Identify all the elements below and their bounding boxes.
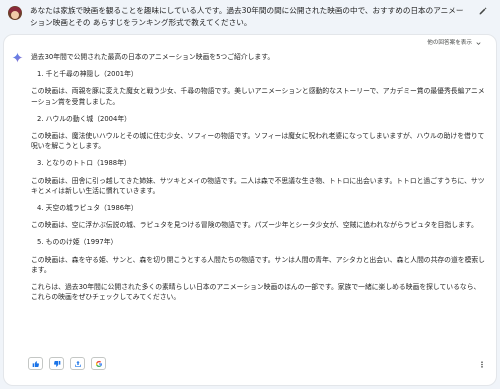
thumbs-down-icon: [53, 360, 60, 367]
response-card: 他の回答案を表示 過去30年間で公開された最高の日本のアニメーション映画を5つご…: [3, 34, 497, 386]
ranking-item-summary: この映画は、魔法使いハウルとその城に住む少女、ソフィーの物語です。ソフィーは魔女…: [31, 132, 485, 151]
thumbs-down-button[interactable]: [49, 357, 64, 370]
show-drafts-label: 他の回答案を表示: [427, 40, 472, 46]
gemini-sparkle-icon: [12, 52, 23, 63]
ranking-item-heading: 2. ハウルの動く城（2004年）: [37, 114, 131, 123]
response-actions: [28, 357, 106, 370]
user-prompt-text: あなたは家族で映画を観ることを趣味にしている人です。過去30年間の間に公開された…: [30, 6, 464, 27]
chevron-down-icon: [476, 41, 481, 45]
ranking-item-heading: 1. 千と千尋の神隠し（2001年）: [37, 70, 138, 79]
edit-icon[interactable]: [478, 6, 488, 16]
ranking-item-heading: 3. となりのトトロ（1988年）: [37, 159, 131, 168]
response-body: 過去30年間で公開された最高の日本のアニメーション映画を5つご紹介します。 1.…: [31, 52, 486, 302]
ranking-item-summary: この映画は、森を守る姫、サンと、森を切り開こうとする人間たちの物語です。サンは人…: [31, 255, 485, 274]
more-vert-icon[interactable]: [478, 360, 486, 369]
ranking-item-summary: この映画は、両親を豚に変えた魔女と戦う少女、千尋の物語です。美しいアニメーション…: [31, 87, 485, 106]
response-intro: 過去30年間で公開された最高の日本のアニメーション映画を5つご紹介します。: [31, 53, 275, 61]
share-button[interactable]: [70, 357, 85, 370]
show-drafts-button[interactable]: 他の回答案を表示: [427, 39, 482, 47]
response-closing: これらは、過去30年間に公開された多くの素晴らしい日本のアニメーション映画のほん…: [31, 283, 481, 302]
ranking-item-heading: 5. もののけ姫（1997年）: [37, 238, 118, 247]
ranking-item-summary: この映画は、田舎に引っ越してきた姉妹、サツキとメイの物語です。二人は森で不思議な…: [31, 176, 485, 195]
thumbs-up-icon: [32, 360, 39, 367]
google-search-button[interactable]: [91, 357, 106, 370]
ranking-item-summary: この映画は、空に浮かぶ伝説の城、ラピュタを見つける冒険の物語です。パズー少年とシ…: [31, 221, 478, 230]
thumbs-up-button[interactable]: [28, 357, 43, 370]
user-prompt-row: あなたは家族で映画を観ることを趣味にしている人です。過去30年間の間に公開された…: [0, 0, 500, 34]
user-avatar[interactable]: [8, 6, 22, 20]
share-icon: [74, 360, 81, 367]
google-icon: [95, 360, 102, 367]
ranking-item-heading: 4. 天空の城ラピュタ（1986年）: [37, 204, 138, 213]
